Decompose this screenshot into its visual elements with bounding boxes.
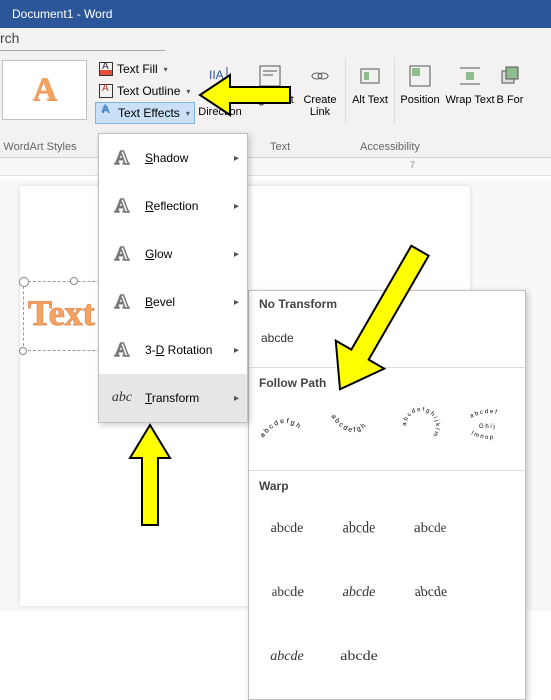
chevron-down-icon: ▾ [186, 109, 190, 118]
shadow-icon: A [109, 145, 135, 171]
create-link-button[interactable]: Create Link [295, 58, 345, 124]
align-text-button[interactable]: Align Text [245, 58, 295, 124]
position-button[interactable]: Position [395, 58, 445, 124]
text-effects-button[interactable]: Text Effects ▾ [95, 102, 195, 124]
alt-text-button[interactable]: Alt Text [345, 58, 395, 124]
text-outline-button[interactable]: Text Outline ▾ [95, 80, 195, 102]
group-label-accessibility: Accessibility [360, 141, 420, 153]
chevron-right-icon: ▸ [234, 249, 239, 260]
follow-path-button[interactable]: a b c d e f G h i jl m n o p [463, 402, 515, 450]
menu-item-bevel[interactable]: A Bevel ▸ [99, 278, 247, 326]
chevron-right-icon: ▸ [234, 201, 239, 212]
alt-text-icon [354, 60, 386, 92]
warp-item[interactable]: abcde [259, 505, 315, 553]
warp-item[interactable]: abcde [259, 633, 315, 681]
transform-submenu: No Transform abcde Follow Path a b c d e… [248, 290, 526, 700]
menu-item-transform[interactable]: abc Transform ▸ [99, 374, 247, 422]
warp-item[interactable]: abcde [400, 569, 463, 617]
text-effects-icon [100, 106, 114, 120]
svg-text:a b c d e f g h: a b c d e f g h [259, 418, 302, 439]
svg-text:a b c d e f: a b c d e f [469, 409, 497, 420]
section-follow-path: Follow Path [259, 376, 515, 390]
svg-text:G h i j: G h i j [479, 424, 495, 430]
section-warp: Warp [259, 479, 515, 493]
menu-item-shadow[interactable]: A Shadow ▸ [99, 134, 247, 182]
ribbon: rch A Text Fill ▾ Text Outline ▾ Text Ef… [0, 28, 551, 158]
ruler: 7 [0, 158, 551, 176]
svg-text:l m n o p: l m n o p [470, 430, 494, 441]
svg-text:a b c d e f g h: a b c d e f g h [329, 413, 367, 434]
menu-item-glow[interactable]: A Glow ▸ [99, 230, 247, 278]
text-style-group: Text Fill ▾ Text Outline ▾ Text Effects … [95, 58, 195, 124]
text-outline-icon [99, 84, 113, 98]
follow-path-arch-up[interactable]: a b c d e f g h [259, 402, 311, 450]
bring-forward-button[interactable]: B For [495, 58, 525, 124]
warp-item[interactable]: abcde [327, 633, 391, 681]
wrap-text-button[interactable]: Wrap Text [445, 58, 495, 124]
bring-forward-icon [494, 60, 526, 92]
reflection-icon: A [109, 193, 135, 219]
chevron-down-icon: ▾ [164, 65, 168, 74]
menu-item-reflection[interactable]: A Reflection ▸ [99, 182, 247, 230]
text-direction-icon: IIA [204, 60, 236, 92]
text-fill-button[interactable]: Text Fill ▾ [95, 58, 195, 80]
follow-path-arch-down[interactable]: a b c d e f g h [327, 402, 379, 450]
align-text-icon [254, 60, 286, 92]
warp-item[interactable]: abcde [328, 569, 391, 617]
rotation-icon: A [109, 337, 135, 363]
chevron-right-icon: ▸ [234, 297, 239, 308]
menu-item-3d-rotation[interactable]: A 3-D Rotation ▸ [99, 326, 247, 374]
bevel-icon: A [109, 289, 135, 315]
chevron-right-icon: ▸ [234, 393, 239, 404]
position-icon [404, 60, 436, 92]
title-text: Document1 - Word [12, 7, 112, 21]
wordart-sample-icon: A [32, 71, 57, 109]
search-fragment: rch [0, 30, 19, 46]
wordart-styles-group: A [0, 58, 95, 124]
warp-item[interactable]: abcde [400, 502, 456, 555]
text-fill-icon [99, 62, 113, 76]
warp-item[interactable]: abcde [331, 503, 387, 556]
create-link-icon [304, 60, 336, 92]
chevron-down-icon: ▾ [186, 87, 190, 96]
chevron-right-icon: ▸ [234, 345, 239, 356]
chevron-right-icon: ▸ [234, 153, 239, 164]
no-transform-sample[interactable]: abcde [259, 317, 515, 359]
title-bar: Document1 - Word [0, 0, 551, 28]
text-direction-button[interactable]: IIA Text Direction [195, 58, 245, 124]
transform-icon: abc [109, 385, 135, 411]
glow-icon: A [109, 241, 135, 267]
text-commands-group: IIA Text Direction Align Text Create Lin… [195, 58, 525, 124]
wrap-text-icon [454, 60, 486, 92]
group-label-text: Text [270, 141, 290, 153]
text-effects-menu: A Shadow ▸ A Reflection ▸ A Glow ▸ A Bev… [98, 133, 248, 423]
section-no-transform: No Transform [259, 297, 515, 311]
svg-text:IIA: IIA [209, 68, 224, 82]
follow-path-circle[interactable]: a b c d e f g h i j k l m [395, 402, 447, 450]
svg-text:a b c d e f g h i j k l m: a b c d e f g h i j k l m [402, 407, 440, 437]
wordart-gallery[interactable]: A [2, 60, 87, 120]
group-label-wordart: WordArt Styles [0, 141, 80, 153]
warp-item[interactable]: abcde [262, 566, 318, 619]
search-underline [0, 50, 165, 51]
